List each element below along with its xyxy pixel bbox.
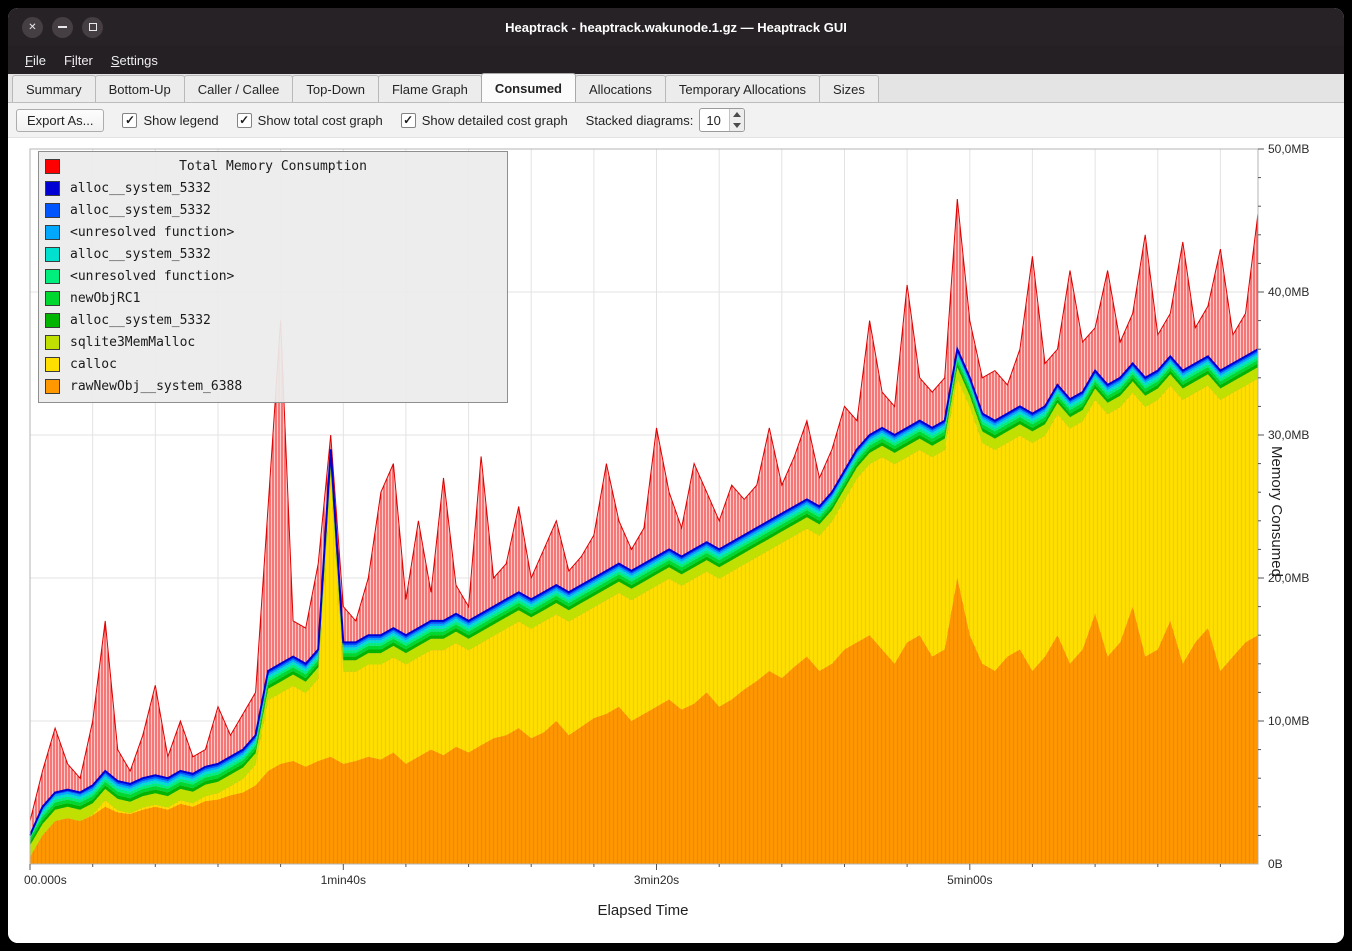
spinner-arrows [729, 109, 744, 131]
svg-text:30,0MB: 30,0MB [1268, 428, 1309, 442]
legend-swatch-icon [45, 379, 60, 394]
export-as-button[interactable]: Export As... [16, 109, 104, 132]
menu-file[interactable]: File [16, 50, 55, 71]
stacked-diagrams-label: Stacked diagrams: [586, 113, 694, 128]
legend-entry: newObjRC1 [43, 287, 503, 309]
spin-up-icon [733, 112, 741, 117]
legend-swatch-icon [45, 225, 60, 240]
legend-swatch-icon [45, 203, 60, 218]
close-icon: ✕ [28, 22, 36, 33]
svg-text:0B: 0B [1268, 857, 1283, 871]
legend-entry-label: <unresolved function> [70, 269, 234, 284]
menu-bar: File Filter Settings [8, 46, 1344, 74]
menu-filter[interactable]: Filter [55, 50, 102, 71]
legend-swatch-icon [45, 291, 60, 306]
legend-swatch-icon [45, 313, 60, 328]
tab-sizes[interactable]: Sizes [819, 75, 879, 102]
legend-entry-label: alloc__system_5332 [70, 203, 211, 218]
maximize-button[interactable] [82, 17, 103, 38]
legend-entry: <unresolved function> [43, 221, 503, 243]
legend-entry: alloc__system_5332 [43, 243, 503, 265]
svg-text:5min00s: 5min00s [947, 873, 992, 887]
maximize-icon [89, 23, 97, 31]
legend-entry-label: alloc__system_5332 [70, 247, 211, 262]
checkbox-checked-icon: ✓ [401, 113, 416, 128]
minimize-icon [58, 26, 67, 28]
legend-entry-label: calloc [70, 357, 117, 372]
x-tick-labels: 00.000s 1min40s 3min20s 5min00s [24, 873, 992, 887]
window-controls: ✕ [22, 8, 103, 46]
legend-swatch-icon [45, 335, 60, 350]
legend-entry-label: alloc__system_5332 [70, 313, 211, 328]
checkbox-label: Show total cost graph [258, 113, 383, 128]
tab-flame-graph[interactable]: Flame Graph [378, 75, 482, 102]
stacked-diagrams-spinner[interactable]: 10 [699, 108, 745, 132]
checkbox-show-legend[interactable]: ✓ Show legend [122, 113, 218, 128]
toolbar: Export As... ✓ Show legend ✓ Show total … [8, 103, 1344, 138]
tab-consumed[interactable]: Consumed [481, 73, 576, 102]
tab-temporary-allocations[interactable]: Temporary Allocations [665, 75, 820, 102]
svg-text:40,0MB: 40,0MB [1268, 285, 1309, 299]
tab-caller-callee[interactable]: Caller / Callee [184, 75, 294, 102]
legend-entry: calloc [43, 353, 503, 375]
svg-text:3min20s: 3min20s [634, 873, 679, 887]
tab-bottom-up[interactable]: Bottom-Up [95, 75, 185, 102]
x-axis-title: Elapsed Time [8, 902, 1278, 919]
legend-entry: alloc__system_5332 [43, 199, 503, 221]
legend-entry: <unresolved function> [43, 265, 503, 287]
legend-entry-label: newObjRC1 [70, 291, 140, 306]
legend-entry: alloc__system_5332 [43, 309, 503, 331]
spin-down-icon [733, 123, 741, 128]
legend-entry-label: sqlite3MemMalloc [70, 335, 195, 350]
legend-entry: rawNewObj__system_6388 [43, 375, 503, 397]
checkbox-show-total-cost-graph[interactable]: ✓ Show total cost graph [237, 113, 383, 128]
y-axis-title: Memory Consumed [1268, 446, 1285, 577]
chart-legend: Total Memory Consumption alloc__system_53… [38, 151, 508, 403]
legend-swatch-icon [45, 357, 60, 372]
legend-entry-label: <unresolved function> [70, 225, 234, 240]
legend-title: Total Memory Consumption [43, 159, 503, 174]
checkbox-label: Show detailed cost graph [422, 113, 568, 128]
spin-up-button[interactable] [730, 109, 744, 120]
legend-swatch-icon [45, 181, 60, 196]
app-window: ✕ Heaptrack - heaptrack.wakunode.1.gz — … [8, 8, 1344, 943]
window-title: Heaptrack - heaptrack.wakunode.1.gz — He… [505, 20, 847, 35]
stacked-diagrams-group: Stacked diagrams: 10 [586, 108, 746, 132]
checkbox-checked-icon: ✓ [237, 113, 252, 128]
menu-settings[interactable]: Settings [102, 50, 167, 71]
tab-summary[interactable]: Summary [12, 75, 96, 102]
checkbox-show-detailed-cost-graph[interactable]: ✓ Show detailed cost graph [401, 113, 568, 128]
svg-text:10,0MB: 10,0MB [1268, 714, 1309, 728]
spin-down-button[interactable] [730, 120, 744, 131]
legend-entry-label: alloc__system_5332 [70, 181, 211, 196]
minimize-button[interactable] [52, 17, 73, 38]
legend-entry-label: rawNewObj__system_6388 [70, 379, 242, 394]
legend-title-row: Total Memory Consumption [43, 155, 503, 177]
checkbox-label: Show legend [143, 113, 218, 128]
legend-entry: sqlite3MemMalloc [43, 331, 503, 353]
tab-top-down[interactable]: Top-Down [292, 75, 379, 102]
svg-text:50,0MB: 50,0MB [1268, 142, 1309, 156]
title-bar: ✕ Heaptrack - heaptrack.wakunode.1.gz — … [8, 8, 1344, 46]
legend-swatch-icon [45, 269, 60, 284]
svg-text:1min40s: 1min40s [321, 873, 366, 887]
tab-allocations[interactable]: Allocations [575, 75, 666, 102]
legend-entry: alloc__system_5332 [43, 177, 503, 199]
close-button[interactable]: ✕ [22, 17, 43, 38]
legend-swatch-icon [45, 247, 60, 262]
svg-text:00.000s: 00.000s [24, 873, 67, 887]
checkbox-checked-icon: ✓ [122, 113, 137, 128]
spinner-value[interactable]: 10 [700, 109, 729, 131]
consumed-chart[interactable]: 0B10,0MB20,0MB30,0MB40,0MB50,0MB00.000s1… [8, 138, 1344, 943]
tab-bar: SummaryBottom-UpCaller / CalleeTop-DownF… [8, 74, 1344, 103]
